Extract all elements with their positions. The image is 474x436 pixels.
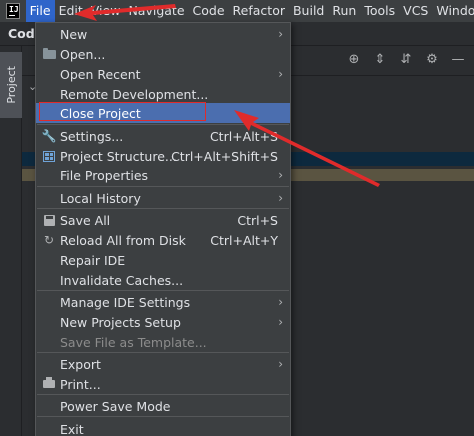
menu-item-label: Invalidate Caches... bbox=[60, 272, 184, 288]
menu-file[interactable]: File bbox=[25, 0, 55, 22]
minimize-icon[interactable]: — bbox=[450, 52, 466, 67]
wrench-icon: 🔧 bbox=[41, 129, 57, 143]
menu-item-print[interactable]: Print... bbox=[36, 374, 290, 394]
menu-item-label: Print... bbox=[60, 376, 101, 392]
submenu-arrow-icon: › bbox=[278, 67, 283, 81]
submenu-arrow-icon: › bbox=[278, 191, 283, 205]
menu-refactor[interactable]: Refactor bbox=[229, 0, 289, 22]
menu-item-open-recent[interactable]: Open Recent › bbox=[36, 64, 290, 84]
submenu-arrow-icon: › bbox=[278, 295, 283, 309]
project-tab-label: Project bbox=[4, 66, 18, 104]
submenu-arrow-icon: › bbox=[278, 27, 283, 41]
menu-navigate[interactable]: Navigate bbox=[124, 0, 188, 22]
menu-item-project-structure[interactable]: Project Structure... Ctrl+Alt+Shift+S bbox=[36, 146, 290, 166]
menu-item-label: File Properties bbox=[60, 167, 149, 183]
menu-item-label: New bbox=[60, 26, 88, 42]
menu-item-label: Open... bbox=[60, 46, 106, 62]
save-icon bbox=[41, 212, 57, 228]
app-logo-icon[interactable]: IJ bbox=[6, 3, 20, 19]
menu-item-reload-all[interactable]: ↻ Reload All from Disk Ctrl+Alt+Y bbox=[36, 230, 290, 250]
folder-icon bbox=[41, 46, 57, 62]
expand-all-icon[interactable]: ⇕ bbox=[372, 52, 388, 67]
reload-icon: ↻ bbox=[43, 233, 55, 247]
menu-item-label: Power Save Mode bbox=[60, 398, 171, 414]
menu-item-label: Local History bbox=[60, 190, 141, 206]
menu-view[interactable]: View bbox=[87, 0, 125, 22]
collapse-all-icon[interactable]: ⇵ bbox=[398, 52, 414, 67]
menu-item-exit[interactable]: Exit bbox=[36, 419, 290, 436]
menu-item-shortcut: Ctrl+S bbox=[237, 212, 278, 228]
menu-code[interactable]: Code bbox=[189, 0, 229, 22]
tool-window-actions: ⊕ ⇕ ⇵ ⚙ — bbox=[346, 52, 466, 67]
menu-item-repair-ide[interactable]: Repair IDE bbox=[36, 250, 290, 270]
locate-icon[interactable]: ⊕ bbox=[346, 52, 362, 67]
menu-item-label: Save File as Template... bbox=[60, 334, 207, 350]
submenu-arrow-icon: › bbox=[278, 315, 283, 329]
menu-item-label: Exit bbox=[60, 421, 84, 436]
menu-item-save-file-as-template: Save File as Template... bbox=[36, 332, 290, 352]
print-icon bbox=[41, 376, 57, 392]
menu-item-shortcut: Ctrl+Alt+Y bbox=[210, 232, 278, 248]
menu-item-label: Open Recent bbox=[60, 66, 141, 82]
menu-item-label: Save All bbox=[60, 212, 111, 228]
menu-tools[interactable]: Tools bbox=[360, 0, 399, 22]
menu-item-label: Project Structure... bbox=[60, 148, 177, 164]
menu-separator bbox=[37, 208, 289, 209]
menu-separator bbox=[37, 186, 289, 187]
menu-item-shortcut: Ctrl+Alt+Shift+S bbox=[171, 148, 278, 164]
menu-edit[interactable]: Edit bbox=[55, 0, 87, 22]
menu-separator bbox=[37, 416, 289, 417]
menu-item-label: Reload All from Disk bbox=[60, 232, 186, 248]
menu-separator bbox=[37, 394, 289, 395]
menu-item-open[interactable]: Open... bbox=[36, 44, 290, 64]
menu-item-power-save-mode[interactable]: Power Save Mode bbox=[36, 396, 290, 416]
menu-item-settings[interactable]: 🔧 Settings... Ctrl+Alt+S bbox=[36, 126, 290, 146]
project-structure-icon bbox=[41, 148, 57, 164]
menu-bar: IJ File Edit View Navigate Code Refactor… bbox=[0, 0, 474, 22]
menu-item-invalidate-caches[interactable]: Invalidate Caches... bbox=[36, 270, 290, 290]
menu-item-shortcut: Ctrl+Alt+S bbox=[209, 128, 278, 144]
menu-item-new[interactable]: New › bbox=[36, 24, 290, 44]
menu-item-manage-ide-settings[interactable]: Manage IDE Settings › bbox=[36, 292, 290, 312]
menu-item-save-all[interactable]: Save All Ctrl+S bbox=[36, 210, 290, 230]
submenu-arrow-icon: › bbox=[278, 168, 283, 182]
menu-item-label: Export bbox=[60, 356, 101, 372]
project-tool-tab[interactable]: Project bbox=[0, 52, 22, 118]
menu-window[interactable]: Windo bbox=[432, 0, 474, 22]
submenu-arrow-icon: › bbox=[278, 357, 283, 371]
menu-item-local-history[interactable]: Local History › bbox=[36, 188, 290, 208]
menu-separator bbox=[37, 290, 289, 291]
menu-item-label: Manage IDE Settings bbox=[60, 294, 191, 310]
annotation-highlight-box bbox=[39, 102, 206, 121]
menu-item-new-projects-setup[interactable]: New Projects Setup › bbox=[36, 312, 290, 332]
file-menu-dropdown: New › Open... Open Recent › Remote Devel… bbox=[35, 22, 291, 436]
menu-item-label: Repair IDE bbox=[60, 252, 126, 268]
menu-item-label: New Projects Setup bbox=[60, 314, 181, 330]
menu-item-export[interactable]: Export › bbox=[36, 354, 290, 374]
menu-vcs[interactable]: VCS bbox=[399, 0, 432, 22]
menu-item-label: Settings... bbox=[60, 128, 124, 144]
menu-item-remote-development[interactable]: Remote Development... bbox=[36, 84, 290, 104]
menu-item-file-properties[interactable]: File Properties › bbox=[36, 165, 290, 185]
gear-icon[interactable]: ⚙ bbox=[424, 52, 440, 67]
menu-item-label: Remote Development... bbox=[60, 86, 209, 102]
menu-separator bbox=[37, 124, 289, 125]
menu-run[interactable]: Run bbox=[328, 0, 360, 22]
menu-build[interactable]: Build bbox=[289, 0, 328, 22]
menu-separator bbox=[37, 352, 289, 353]
